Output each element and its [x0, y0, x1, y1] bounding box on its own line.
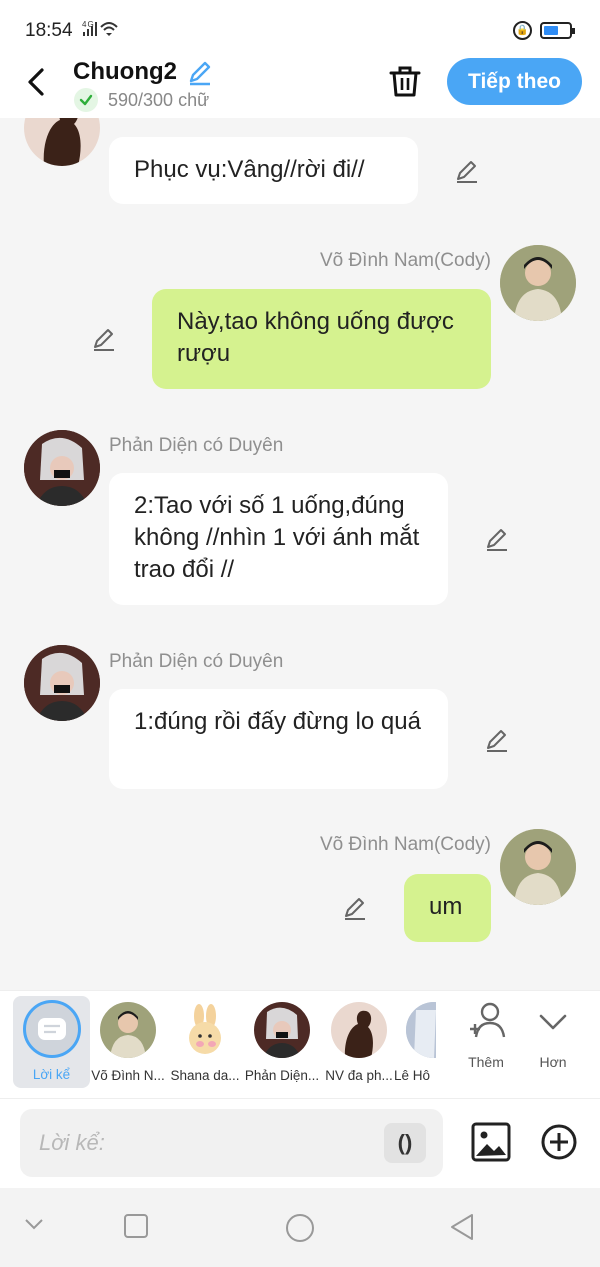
message-bubble[interactable]: 2:Tao với số 1 uống,đúng không //nhìn 1 …	[109, 473, 448, 605]
add-person-icon	[470, 1002, 506, 1038]
input-placeholder: Lời kể:	[39, 1130, 105, 1155]
system-nav-bar	[0, 1188, 600, 1267]
message-bubble[interactable]: Này,tao không uống được rượu	[152, 289, 491, 389]
parentheses-button[interactable]: ()	[384, 1123, 426, 1163]
character-item[interactable]: Shana da...	[166, 999, 244, 1089]
chat-area[interactable]: Phục vụ:Vâng//rời đi// Võ Đình Nam(Cody)…	[0, 118, 600, 990]
sender-name: Phản Diện có Duyên	[109, 651, 284, 672]
battery-icon	[540, 22, 575, 39]
home-icon[interactable]	[284, 1212, 316, 1244]
network-signal-icon: 4G	[82, 19, 130, 42]
character-selector: Lời kể Võ Đình N... Shana da... Phản Diệ…	[0, 990, 600, 1098]
sender-name: Võ Đình Nam(Cody)	[319, 834, 491, 855]
avatar[interactable]	[500, 245, 576, 321]
next-button[interactable]: Tiếp theo	[447, 58, 582, 105]
page-title: Chuong2	[73, 58, 177, 85]
message-bubble[interactable]: 1:đúng rồi đấy đừng lo quá	[109, 689, 448, 789]
avatar	[177, 1002, 233, 1058]
message-bubble[interactable]: Phục vụ:Vâng//rời đi//	[109, 137, 418, 204]
edit-message-icon[interactable]	[453, 157, 481, 185]
chevron-down-icon	[539, 1014, 567, 1030]
word-count-row: 590/300 chữ	[74, 88, 209, 112]
composer: Lời kể: ()	[0, 1098, 600, 1188]
rotation-lock-icon: 🔒	[513, 21, 532, 40]
add-circle-icon[interactable]	[540, 1123, 578, 1161]
back-nav-icon[interactable]	[448, 1212, 476, 1242]
edit-message-icon[interactable]	[483, 525, 511, 553]
more-button[interactable]: Hơn	[523, 999, 583, 1070]
avatar[interactable]	[24, 645, 100, 721]
chat-bubble-icon	[22, 1000, 81, 1058]
character-item[interactable]: Phản Diện...	[243, 999, 321, 1089]
back-arrow-icon[interactable]	[22, 64, 52, 100]
image-icon[interactable]	[471, 1122, 511, 1162]
avatar	[254, 1002, 310, 1058]
edit-message-icon[interactable]	[483, 726, 511, 754]
word-count: 590/300 chữ	[108, 89, 210, 110]
header: Chuong2 590/300 chữ Tiếp theo	[0, 58, 600, 118]
sender-name: Phản Diện có Duyên	[109, 435, 284, 456]
avatar	[331, 1002, 387, 1058]
hide-nav-icon[interactable]	[22, 1212, 46, 1236]
add-character-button[interactable]: Thêm	[456, 999, 516, 1070]
avatar[interactable]	[24, 118, 100, 166]
status-time: 18:54	[25, 20, 73, 41]
edit-message-icon[interactable]	[341, 894, 369, 922]
trash-icon[interactable]	[388, 63, 422, 99]
avatar	[406, 1002, 436, 1058]
character-narrator[interactable]: Lời kể	[13, 996, 90, 1088]
character-item[interactable]: Võ Đình N...	[89, 999, 167, 1089]
recent-apps-icon[interactable]	[122, 1212, 150, 1240]
message-bubble[interactable]: um	[404, 874, 491, 942]
check-icon	[74, 88, 98, 112]
avatar[interactable]	[24, 430, 100, 506]
avatar[interactable]	[500, 829, 576, 905]
status-bar: 18:54 4G 🔒	[0, 0, 600, 58]
message-input[interactable]: Lời kể: ()	[20, 1109, 443, 1177]
sender-name: Võ Đình Nam(Cody)	[319, 250, 491, 271]
edit-message-icon[interactable]	[90, 325, 118, 353]
edit-title-icon[interactable]	[186, 58, 214, 86]
avatar	[100, 1002, 156, 1058]
character-item[interactable]: Lê Hô	[384, 999, 436, 1089]
